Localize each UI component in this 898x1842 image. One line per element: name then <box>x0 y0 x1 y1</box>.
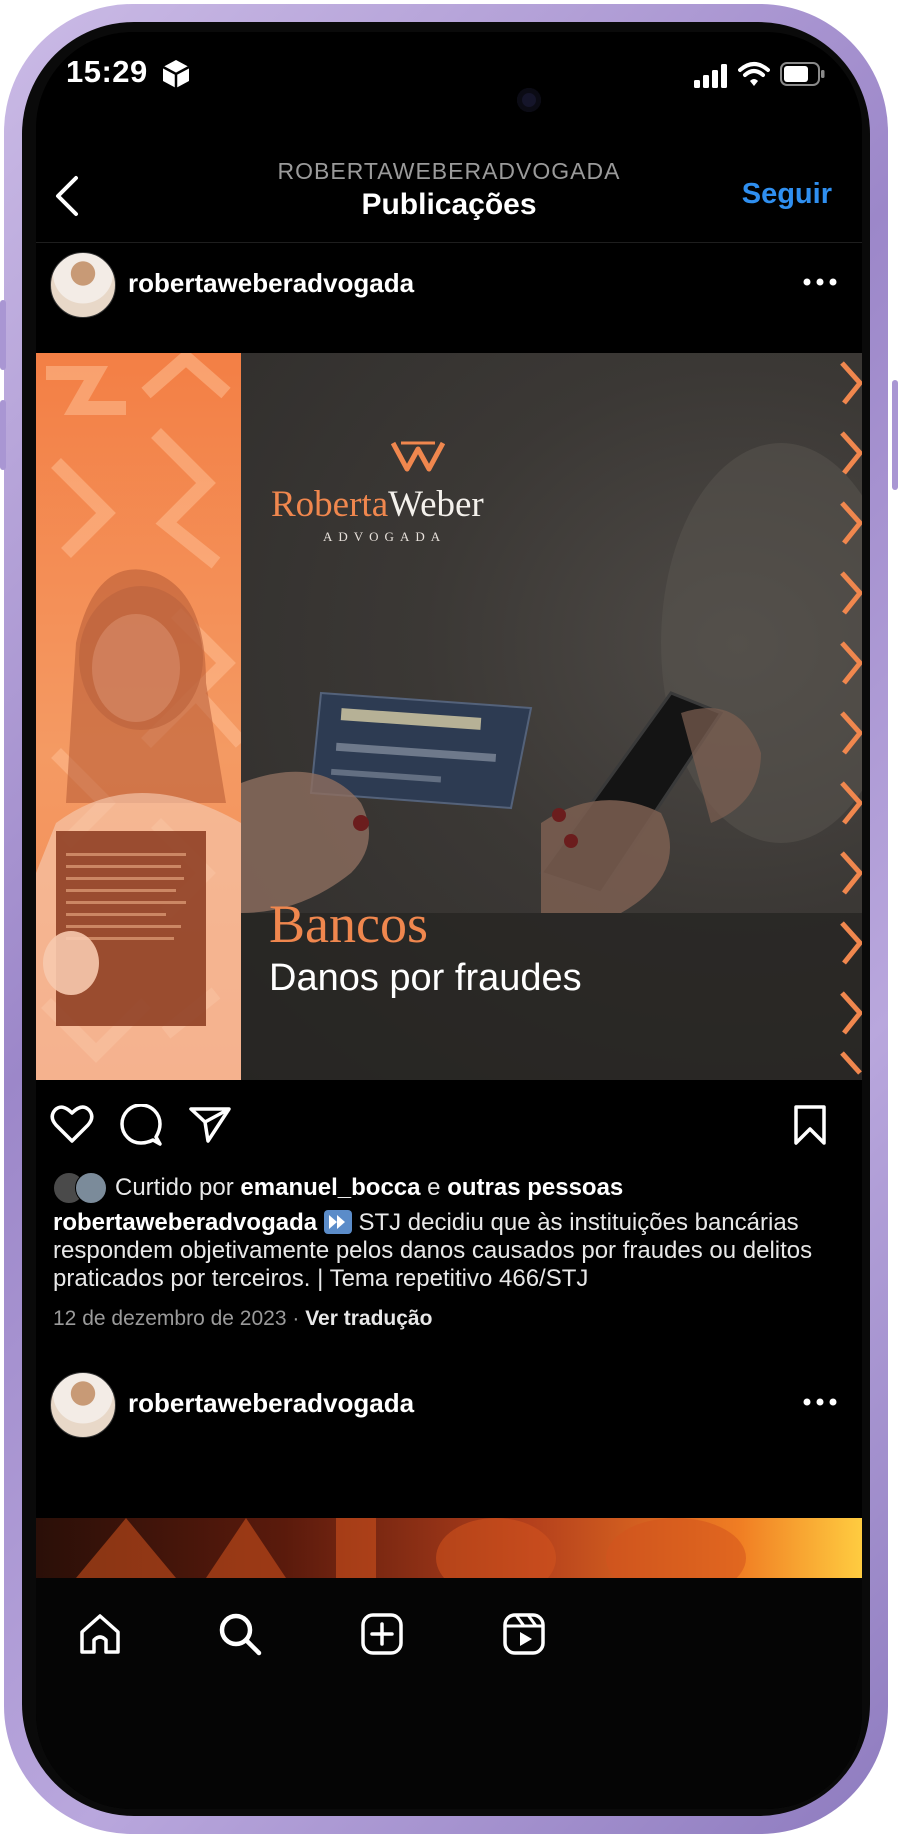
wifi-icon <box>738 62 770 86</box>
brand-name: RobertaWeber <box>271 484 484 525</box>
bottom-tab-bar <box>36 1578 862 1809</box>
more-options-icon[interactable] <box>802 272 838 292</box>
translate-link[interactable]: Ver tradução <box>305 1307 432 1330</box>
post-caption-block: Curtido por emanuel_bocca e outras pesso… <box>53 1170 843 1331</box>
reels-icon[interactable] <box>502 1612 546 1656</box>
account-name: ROBERTAWEBERADVOGADA <box>277 158 621 184</box>
cube-icon <box>162 60 190 88</box>
cellular-signal-icon <box>694 64 727 88</box>
post-image[interactable]: RobertaWeber ADVOGADA Bancos Danos por f… <box>36 353 862 1080</box>
post-heading: Bancos <box>269 894 428 954</box>
fast-forward-emoji-icon <box>323 1210 352 1234</box>
navigation-header: ROBERTAWEBERADVOGADA Publicações Seguir <box>36 142 862 243</box>
power-button <box>892 380 898 490</box>
page-title: Publicações <box>361 188 537 221</box>
post-date: 12 de dezembro de 2023 <box>53 1307 287 1330</box>
brand-logo-icon <box>391 441 445 472</box>
post-subheading: Danos por fraudes <box>269 957 582 999</box>
meta-separator: · <box>292 1307 300 1330</box>
share-send-icon[interactable] <box>188 1104 232 1144</box>
caption-text: robertaweberadvogada STJ decidiu que às … <box>53 1209 813 1292</box>
home-icon[interactable] <box>78 1612 122 1656</box>
brand-subtitle: ADVOGADA <box>323 529 447 544</box>
screen: 15:29 ROBERTAWEBERADVOGADA Publicações S… <box>36 32 862 1809</box>
caption-author[interactable]: robertaweberadvogada <box>53 1209 317 1236</box>
battery-icon <box>780 62 825 86</box>
status-time: 15:29 <box>66 54 148 89</box>
volume-down-button <box>0 400 6 470</box>
like-heart-icon[interactable] <box>50 1104 94 1144</box>
lawyer-photo-panel <box>36 353 247 1080</box>
status-bar: 15:29 <box>36 32 862 142</box>
avatar[interactable] <box>50 1372 116 1438</box>
more-options-icon[interactable] <box>802 1392 838 1412</box>
create-post-icon[interactable] <box>360 1612 404 1656</box>
dynamic-island <box>319 62 577 138</box>
post-actions <box>36 1080 862 1170</box>
post-username[interactable]: robertaweberadvogada <box>128 1388 414 1419</box>
bookmark-save-icon[interactable] <box>792 1104 828 1146</box>
follow-button[interactable]: Seguir <box>742 178 832 211</box>
comment-icon[interactable] <box>120 1104 162 1146</box>
post-username[interactable]: robertaweberadvogada <box>128 268 414 299</box>
search-icon[interactable] <box>218 1612 262 1656</box>
post-header: robertaweberadvogada <box>36 242 862 332</box>
post-meta: 12 de dezembro de 2023 · Ver tradução <box>53 1307 843 1331</box>
likes-text: Curtido por emanuel_bocca e outras pesso… <box>115 1174 624 1201</box>
avatar[interactable] <box>50 252 116 318</box>
volume-up-button <box>0 300 6 370</box>
decorative-pattern-strip <box>840 361 862 1075</box>
post-image-2[interactable] <box>36 1518 862 1578</box>
post-header: robertaweberadvogada <box>36 1362 862 1452</box>
likes-summary[interactable]: Curtido por emanuel_bocca e outras pesso… <box>53 1170 843 1210</box>
liker-avatar <box>75 1172 107 1204</box>
